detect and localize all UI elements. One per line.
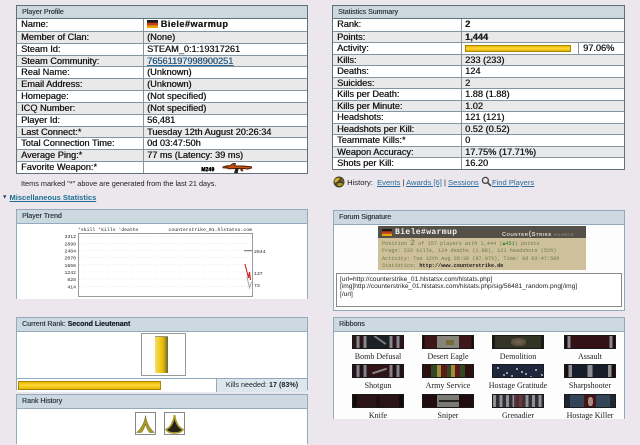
svg-text:828: 828 [67, 277, 76, 283]
svg-text:1656: 1656 [64, 263, 76, 269]
svg-text:3312: 3312 [64, 234, 76, 240]
svg-text:counterstrike_01.hlstatsx.com: counterstrike_01.hlstatsx.com [169, 227, 253, 233]
svg-text:2070: 2070 [64, 256, 76, 262]
svg-text:*skill *kills *deaths: *skill *kills *deaths [78, 227, 139, 233]
svg-text:414: 414 [67, 284, 76, 290]
svg-text:137: 137 [254, 271, 263, 277]
svg-text:2484: 2484 [64, 249, 76, 255]
svg-text:1242: 1242 [64, 270, 76, 276]
svg-text:2844: 2844 [254, 249, 266, 255]
svg-text:73: 73 [254, 283, 260, 289]
svg-text:2898: 2898 [64, 241, 76, 247]
